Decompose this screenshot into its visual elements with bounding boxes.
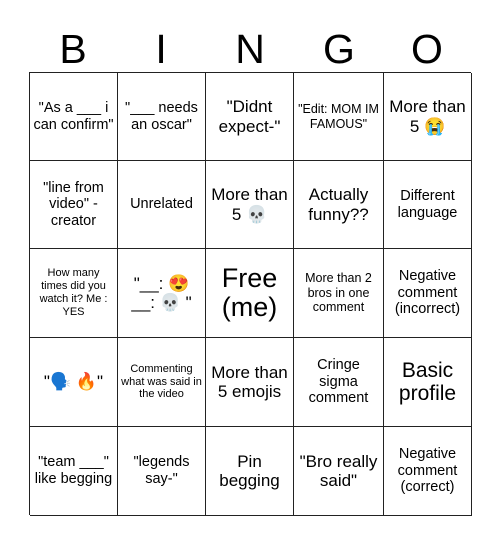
bingo-header-letter-i: I: [155, 26, 167, 72]
bingo-cell-o3[interactable]: Negative comment (incorrect): [384, 249, 472, 338]
bingo-cell-o4[interactable]: Basic profile: [384, 338, 472, 427]
bingo-cell-g1[interactable]: "Edit: MOM IM FAMOUS": [294, 73, 384, 161]
bingo-cell-g5[interactable]: "Bro really said": [294, 427, 384, 516]
bingo-cell-text: "line from video" -creator: [43, 179, 104, 229]
bingo-cell-text: Unrelated: [130, 196, 193, 213]
bingo-cell-b1[interactable]: "As a ___ i can confirm": [30, 73, 118, 161]
bingo-cell-g3[interactable]: More than 2 bros in one comment: [294, 249, 384, 338]
bingo-cell-b4[interactable]: "🗣️ 🔥": [30, 338, 118, 427]
bingo-cell-n1[interactable]: "Didnt expect-": [206, 73, 294, 161]
bingo-cell-o1[interactable]: More than 5 😭: [384, 73, 472, 161]
bingo-cell-text: Different language: [397, 187, 458, 221]
bingo-header-letter-g: G: [322, 26, 355, 72]
bingo-cell-o2[interactable]: Different language: [384, 161, 472, 249]
bingo-cell-i5[interactable]: "legends say-": [118, 427, 206, 516]
bingo-cell-text: "legends say-": [133, 454, 190, 487]
bingo-cell-text: Commenting what was said in the video: [121, 362, 202, 401]
bingo-cell-text: Actually funny??: [308, 185, 369, 224]
bingo-cell-text: More than 5 emojis: [211, 362, 288, 401]
bingo-cell-text: Negative comment (incorrect): [394, 268, 461, 318]
bingo-cell-g4[interactable]: Cringe sigma comment: [294, 338, 384, 427]
bingo-cell-text: "Didnt expect-": [218, 97, 281, 136]
bingo-cell-text: More than 5 😭: [389, 97, 466, 136]
bingo-cell-text: Basic profile: [398, 358, 457, 405]
bingo-cell-g2[interactable]: Actually funny??: [294, 161, 384, 249]
bingo-header-letter-b: B: [59, 26, 87, 72]
bingo-cell-text: Cringe sigma comment: [308, 357, 369, 407]
bingo-cell-free-space[interactable]: Free (me): [206, 249, 294, 338]
bingo-cell-text: Pin begging: [219, 451, 280, 490]
bingo-cell-text: How many times did you watch it? Me : YE…: [39, 267, 108, 318]
bingo-cell-text: "team ___" like begging: [34, 454, 113, 487]
bingo-cell-n4[interactable]: More than 5 emojis: [206, 338, 294, 427]
bingo-cell-i2[interactable]: Unrelated: [118, 161, 206, 249]
bingo-header-letter-n: N: [235, 26, 265, 72]
bingo-cell-i3[interactable]: "__: 😍 __: 💀 ": [118, 249, 206, 338]
bingo-cell-text: "___ needs an oscar": [125, 99, 198, 133]
bingo-card: B I N G O "As a ___ i can confirm" "___ …: [0, 0, 500, 544]
bingo-cell-n2[interactable]: More than 5 💀: [206, 161, 294, 249]
bingo-header-letter-o: O: [411, 26, 443, 72]
bingo-cell-n5[interactable]: Pin begging: [206, 427, 294, 516]
bingo-cell-b5[interactable]: "team ___" like begging: [30, 427, 118, 516]
bingo-grid: "As a ___ i can confirm" "___ needs an o…: [29, 72, 472, 516]
bingo-cell-i1[interactable]: "___ needs an oscar": [118, 73, 206, 161]
bingo-cell-text: Free (me): [221, 262, 278, 322]
bingo-cell-b2[interactable]: "line from video" -creator: [30, 161, 118, 249]
bingo-cell-text: Negative comment (correct): [397, 446, 458, 496]
bingo-cell-text: "Edit: MOM IM FAMOUS": [298, 102, 379, 131]
bingo-cell-text: "__: 😍 __: 💀 ": [131, 273, 192, 312]
bingo-cell-text: "As a ___ i can confirm": [33, 99, 114, 133]
bingo-cell-o5[interactable]: Negative comment (correct): [384, 427, 472, 516]
bingo-header-row: B I N G O: [29, 18, 471, 72]
bingo-cell-text: "Bro really said": [299, 451, 378, 490]
bingo-cell-text: More than 2 bros in one comment: [305, 271, 372, 315]
bingo-cell-text: "🗣️ 🔥": [43, 372, 104, 392]
bingo-cell-text: More than 5 💀: [211, 185, 288, 224]
bingo-cell-i4[interactable]: Commenting what was said in the video: [118, 338, 206, 427]
bingo-cell-b3[interactable]: How many times did you watch it? Me : YE…: [30, 249, 118, 338]
